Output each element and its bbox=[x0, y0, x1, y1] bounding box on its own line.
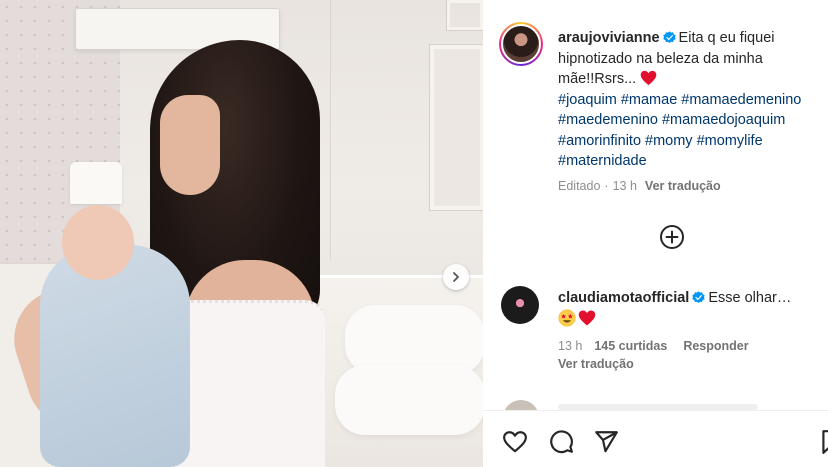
star-struck-emoji bbox=[558, 309, 576, 327]
comment-meta: 13 h 145 curtidas Responder bbox=[558, 339, 749, 353]
hashtag-link[interactable]: #maternidade bbox=[558, 153, 647, 169]
hashtag-link[interactable]: #mamaedojoaquim bbox=[662, 112, 785, 128]
caption-meta: Editado · 13 h Ver tradução bbox=[558, 179, 721, 193]
hashtag-link[interactable]: #momy bbox=[645, 133, 693, 149]
next-photo-button[interactable] bbox=[443, 264, 469, 290]
commenter-username[interactable]: claudiamotaofficial bbox=[558, 290, 689, 306]
action-bar bbox=[483, 410, 828, 467]
hashtag-link[interactable]: #maedemenino bbox=[558, 112, 658, 128]
mother-face bbox=[160, 95, 220, 195]
translate-comment-link[interactable]: Ver tradução bbox=[558, 357, 634, 371]
edited-label: Editado bbox=[558, 179, 601, 193]
author-username[interactable]: araujovivianne bbox=[558, 30, 660, 46]
wall-frame-top bbox=[446, 0, 483, 31]
red-heart-emoji bbox=[640, 70, 657, 86]
hashtag-link[interactable]: #momylife bbox=[697, 133, 763, 149]
baby-head bbox=[62, 205, 134, 280]
wall-frame bbox=[429, 44, 483, 211]
comment-age[interactable]: 13 h bbox=[558, 339, 582, 353]
comment-item: claudiamotaofficial Esse olhar… bbox=[558, 288, 826, 330]
bookmark-icon[interactable] bbox=[818, 429, 828, 455]
comment-icon[interactable] bbox=[548, 429, 574, 455]
heart-icon[interactable] bbox=[502, 429, 528, 455]
hashtag-link[interactable]: #joaquim bbox=[558, 92, 617, 108]
hashtag-link[interactable]: #mamaedemenino bbox=[681, 92, 801, 108]
hashtag-list: #joaquim #mamae #mamaedemenino #maedemenin… bbox=[558, 92, 805, 170]
comment-text: Esse olhar… bbox=[708, 290, 792, 306]
share-icon[interactable] bbox=[593, 429, 619, 455]
translate-caption-link[interactable]: Ver tradução bbox=[645, 179, 721, 193]
post-age[interactable]: 13 h bbox=[613, 179, 637, 193]
verified-badge-icon bbox=[692, 291, 706, 304]
verified-badge-icon bbox=[662, 31, 676, 44]
hashtag-link[interactable]: #amorinfinito bbox=[558, 133, 641, 149]
commenter-avatar[interactable] bbox=[501, 286, 539, 324]
comments-panel: araujovivianne Eita q eu fiquei hipnotiz… bbox=[483, 0, 828, 467]
door-panel bbox=[330, 0, 430, 260]
reply-button[interactable]: Responder bbox=[683, 339, 748, 353]
post-caption: araujovivianne Eita q eu fiquei hipnotiz… bbox=[558, 28, 826, 172]
post-photo[interactable] bbox=[0, 0, 483, 467]
red-heart-emoji bbox=[578, 310, 596, 326]
plus-circle-icon[interactable] bbox=[659, 224, 685, 250]
comment-likes[interactable]: 145 curtidas bbox=[594, 339, 667, 353]
author-avatar[interactable] bbox=[499, 22, 543, 66]
baby-outfit bbox=[40, 245, 190, 467]
crib-bumper bbox=[335, 365, 483, 435]
hashtag-link[interactable]: #mamae bbox=[621, 92, 677, 108]
lamp bbox=[70, 162, 122, 204]
chevron-right-icon bbox=[453, 272, 459, 282]
